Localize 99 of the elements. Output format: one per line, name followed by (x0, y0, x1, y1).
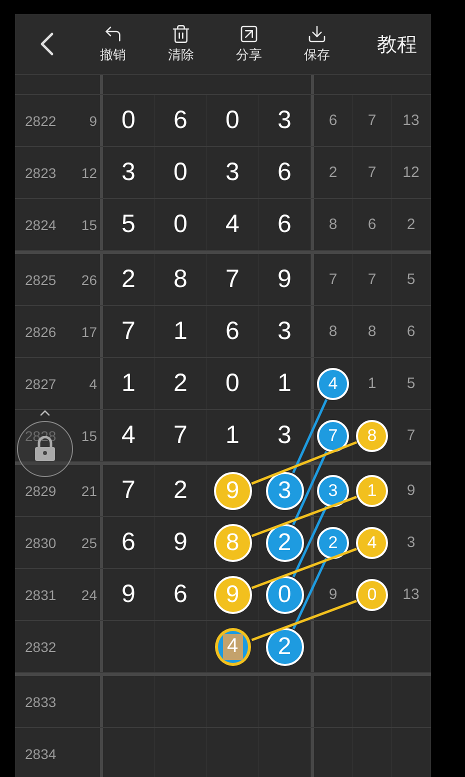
sum-value: 4 (88, 376, 97, 392)
digit-text: 1 (278, 369, 292, 398)
issue-number: 2832 (25, 638, 58, 654)
number-ball: 2 (266, 628, 304, 666)
number-ball: 1 (356, 474, 388, 506)
digit-text: 0 (174, 210, 188, 239)
digit-text: 6 (278, 158, 292, 187)
number-text: 6 (328, 112, 338, 129)
digit-text: 9 (278, 265, 292, 294)
digit-text: 4 (226, 210, 240, 239)
number-ball: 9 (214, 472, 252, 510)
number-text: 1 (368, 375, 376, 392)
number-text: 6 (368, 216, 376, 233)
digit-text: 1 (174, 317, 188, 346)
digit-text: 3 (278, 317, 292, 346)
issue-number: 2834 (25, 746, 58, 762)
number-text: 8 (328, 323, 338, 340)
number-text: 12 (402, 164, 420, 181)
digit-text: 3 (278, 421, 292, 450)
number-text: 8 (328, 216, 338, 233)
toolbar-button[interactable]: 保存 (283, 16, 351, 72)
sum-value: 15 (80, 216, 97, 232)
number-text: 13 (402, 112, 420, 129)
toolbar-button[interactable]: 撤销 (79, 16, 147, 72)
issue-number: 2826 (25, 324, 58, 340)
digit-text: 0 (226, 106, 240, 135)
number-text: 6 (406, 323, 416, 340)
number-text: 7 (328, 271, 338, 288)
issue-number: 2823 (25, 164, 58, 180)
number-ball: 8 (214, 524, 252, 562)
issue-number: 2831 (25, 586, 58, 602)
number-text: 2 (406, 216, 416, 233)
number-ball: 7 (317, 420, 349, 452)
tutorial-button[interactable]: 教程 (377, 30, 417, 58)
issue-number: 2822 (25, 112, 58, 128)
digit-text: 6 (226, 317, 240, 346)
digit-text: 6 (278, 210, 292, 239)
digit-text: 3 (122, 158, 136, 187)
number-text: 7 (368, 271, 376, 288)
toolbar-button[interactable]: 清除 (147, 16, 215, 72)
digit-text: 3 (226, 158, 240, 187)
digit-text: 2 (174, 476, 188, 505)
number-ball: 9 (214, 576, 252, 614)
number-ball: 4 (214, 628, 250, 666)
digit-text: 2 (174, 369, 188, 398)
digit-text: 1 (122, 369, 136, 398)
sum-value: 9 (88, 112, 97, 128)
number-ball: 2 (317, 526, 349, 558)
sum-value: 12 (80, 164, 97, 180)
toolbar-button[interactable]: 分享 (215, 16, 283, 72)
digit-text: 1 (226, 421, 240, 450)
number-text: 8 (368, 323, 376, 340)
number-ball: 3 (317, 474, 349, 506)
number-ball: 4 (356, 526, 388, 558)
issue-number: 2833 (25, 694, 58, 710)
digit-text: 9 (174, 528, 188, 557)
sum-value: 15 (80, 428, 97, 444)
number-text: 5 (406, 271, 416, 288)
digit-text: 0 (226, 369, 240, 398)
number-ball: 0 (266, 576, 304, 614)
digit-text: 7 (226, 265, 240, 294)
number-text: 7 (368, 112, 376, 129)
digit-text: 3 (278, 106, 292, 135)
issue-number: 2827 (25, 376, 58, 392)
digit-text: 9 (122, 580, 136, 609)
number-ball: 8 (356, 420, 388, 452)
digit-text: 7 (122, 317, 136, 346)
number-ball: 4 (317, 368, 349, 400)
sum-value: 17 (80, 324, 97, 340)
number-text: 9 (328, 586, 338, 603)
sum-value: 21 (80, 482, 97, 498)
digit-text: 0 (174, 158, 188, 187)
sum-value: 26 (80, 272, 97, 288)
number-text: 7 (406, 427, 416, 444)
number-ball: 2 (266, 524, 304, 562)
digit-text: 6 (174, 106, 188, 135)
number-text: 2 (328, 164, 338, 181)
issue-number: 2824 (25, 216, 58, 232)
digit-text: 7 (174, 421, 188, 450)
number-text: 9 (406, 482, 416, 499)
sum-value: 25 (80, 534, 97, 550)
digit-text: 5 (122, 210, 136, 239)
digit-text: 2 (122, 265, 136, 294)
issue-number: 2829 (25, 482, 58, 498)
number-text: 5 (406, 375, 416, 392)
digit-text: 4 (122, 421, 136, 450)
digit-text: 6 (174, 580, 188, 609)
digit-text: 6 (122, 528, 136, 557)
digit-text: 0 (122, 106, 136, 135)
number-text: 7 (368, 164, 376, 181)
number-text: 13 (402, 586, 420, 603)
sum-value: 24 (80, 586, 97, 602)
digit-text: 8 (174, 265, 188, 294)
issue-number: 2825 (25, 272, 58, 288)
digit-text: 7 (122, 476, 136, 505)
issue-number: 2830 (25, 534, 58, 550)
number-ball: 3 (266, 472, 304, 510)
number-ball: 0 (356, 578, 388, 610)
number-text: 3 (406, 534, 416, 551)
